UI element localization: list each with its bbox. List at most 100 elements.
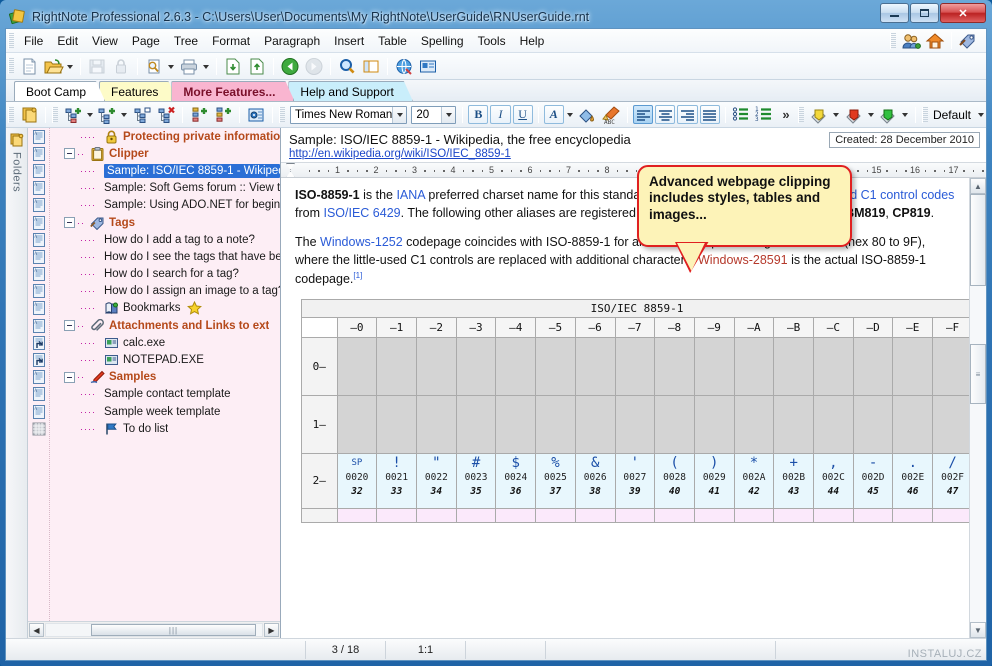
tree-item-16[interactable]: ···· Sample week template [50,403,280,420]
menu-insert[interactable]: Insert [327,31,371,51]
menubar-right-gripper[interactable] [890,32,896,49]
font-name-select[interactable]: Times New Roman [289,105,408,124]
tree-scroll-area[interactable]: ···· Protecting private information ·· Clip… [50,128,280,621]
tab-features[interactable]: Features [99,81,177,101]
tree-expander-collapse-icon[interactable] [64,320,75,332]
yellow-tag-dropdown-arrow[interactable] [831,104,841,125]
close-button[interactable]: ✕ [940,3,986,23]
menu-tree[interactable]: Tree [167,31,205,51]
font-size-select[interactable]: 20 [411,105,457,124]
tree-item-11[interactable]: ·· Attachments and Links to ext [50,317,280,334]
add-sibling-note-icon[interactable] [62,105,84,125]
vscroll-thumb[interactable]: ≡ [970,344,986,404]
note-properties-icon[interactable] [245,105,267,125]
document-content[interactable]: ISO-8859-1 is the IANA preferred charset… [281,178,969,638]
print-icon[interactable] [178,56,200,77]
move-down-icon[interactable] [212,105,234,125]
document-vertical-scrollbar[interactable]: ▲ ≡ ▼ [969,178,986,638]
tree-item-17[interactable]: ···· To do list [50,420,280,437]
save-icon[interactable] [86,56,108,77]
tree-item-9[interactable]: ···· How do I assign an image to a tag? [50,283,280,300]
align-center-icon[interactable] [655,105,676,124]
tree-hscroll-thumb[interactable]: ||| [91,624,256,636]
fmtbar-gripper-4[interactable] [921,106,928,123]
folders-sidebar-strip[interactable]: Folders [6,128,28,638]
folders-stack-icon[interactable] [9,132,25,148]
fmtbar-gripper-2[interactable] [278,106,285,123]
tree-hscroll-track[interactable]: ||| [45,623,263,637]
style-dropdown-arrow[interactable] [977,112,984,117]
fmtbar-gripper-0[interactable] [8,106,14,123]
add-child-dropdown-arrow[interactable] [119,104,129,125]
back-icon[interactable] [279,56,301,77]
edit-note-icon[interactable] [131,105,153,125]
menu-format[interactable]: Format [205,31,257,51]
tab-boot-camp[interactable]: Boot Camp [14,81,105,101]
new-document-icon[interactable] [18,56,40,77]
red-tag-dropdown-arrow[interactable] [866,104,876,125]
tree-item-14[interactable]: ·· Samples [50,369,280,386]
move-up-icon[interactable] [188,105,210,125]
folders-stack-icon[interactable] [18,105,40,125]
open-folder-icon[interactable] [42,56,64,77]
menu-page[interactable]: Page [125,31,167,51]
print-dropdown-arrow[interactable] [201,56,212,77]
panel-icon[interactable] [360,56,382,77]
underline-button[interactable]: U [512,105,533,124]
doc-link[interactable]: Windows-28591 [698,253,788,267]
tab-more-features[interactable]: More Features... [171,81,294,101]
font-name-dropdown-arrow[interactable] [392,106,407,123]
tree-item-8[interactable]: ···· How do I search for a tag? [50,266,280,283]
vscroll-track[interactable]: ≡ [970,194,986,622]
menu-edit[interactable]: Edit [50,31,85,51]
import-icon[interactable] [222,56,244,77]
card-icon[interactable] [417,56,439,77]
tree-expander-collapse-icon[interactable] [64,217,75,229]
vscroll-thumb-upper[interactable] [970,194,986,286]
menu-help[interactable]: Help [513,31,552,51]
align-justify-icon[interactable] [699,105,720,124]
numbered-list-icon[interactable]: 123 [754,105,775,125]
note-source-url[interactable]: http://en.wikipedia.org/wiki/ISO/IEC_885… [289,148,821,160]
web-clipper-icon[interactable] [393,56,415,77]
add-child-note-icon[interactable] [96,105,118,125]
scroll-right-arrow[interactable]: ▶ [264,623,279,637]
clear-formatting-icon[interactable]: ABC [600,105,622,125]
print-preview-dropdown-arrow[interactable] [166,56,177,77]
green-tag-icon[interactable] [877,105,899,125]
tree-item-6[interactable]: ···· How do I add a tag to a note? [50,231,280,248]
tree-item-7[interactable]: ···· How do I see the tags that have be [50,248,280,265]
tree-item-12[interactable]: ···· calc.exe [50,334,280,351]
forward-icon[interactable] [303,56,325,77]
toolbar-overflow-button[interactable]: » [776,107,797,122]
toolbar-gripper-1[interactable] [8,58,14,74]
menu-paragraph[interactable]: Paragraph [257,31,327,51]
paint-bucket-icon[interactable] [576,105,598,125]
tab-help-and-support[interactable]: Help and Support [288,81,412,101]
tag-icon[interactable] [958,32,978,50]
tree-item-4[interactable]: ···· Sample: Using ADO.NET for beginn [50,197,280,214]
menubar-gripper[interactable] [8,32,14,49]
doc-link[interactable]: ISO/IEC 6429 [323,206,400,220]
bullet-list-icon[interactable] [731,105,752,125]
tree-expander-collapse-icon[interactable] [64,148,75,160]
align-left-icon[interactable] [633,105,654,124]
home-icon[interactable] [925,32,945,50]
font-style-dropdown-arrow[interactable] [565,104,575,125]
doc-link[interactable]: Windows-1252 [320,235,403,249]
scroll-left-arrow[interactable]: ◀ [29,623,44,637]
doc-footnote-ref[interactable]: [1] [353,271,362,280]
export-icon[interactable] [246,56,268,77]
print-preview-icon[interactable] [143,56,165,77]
maximize-button[interactable] [910,3,939,23]
tree-item-3[interactable]: ···· Sample: Soft Gems forum :: View to [50,180,280,197]
tree-item-2[interactable]: ···· Sample: ISO/IEC 8859-1 - Wikipedia, [50,162,280,179]
fmtbar-gripper-3[interactable] [798,106,805,123]
scroll-up-arrow[interactable]: ▲ [970,178,986,194]
menu-view[interactable]: View [85,31,125,51]
align-right-icon[interactable] [677,105,698,124]
tree-item-0[interactable]: ···· Protecting private information [50,128,280,145]
delete-note-icon[interactable] [155,105,177,125]
style-select[interactable]: Default [931,108,986,122]
scroll-down-arrow[interactable]: ▼ [970,622,986,638]
